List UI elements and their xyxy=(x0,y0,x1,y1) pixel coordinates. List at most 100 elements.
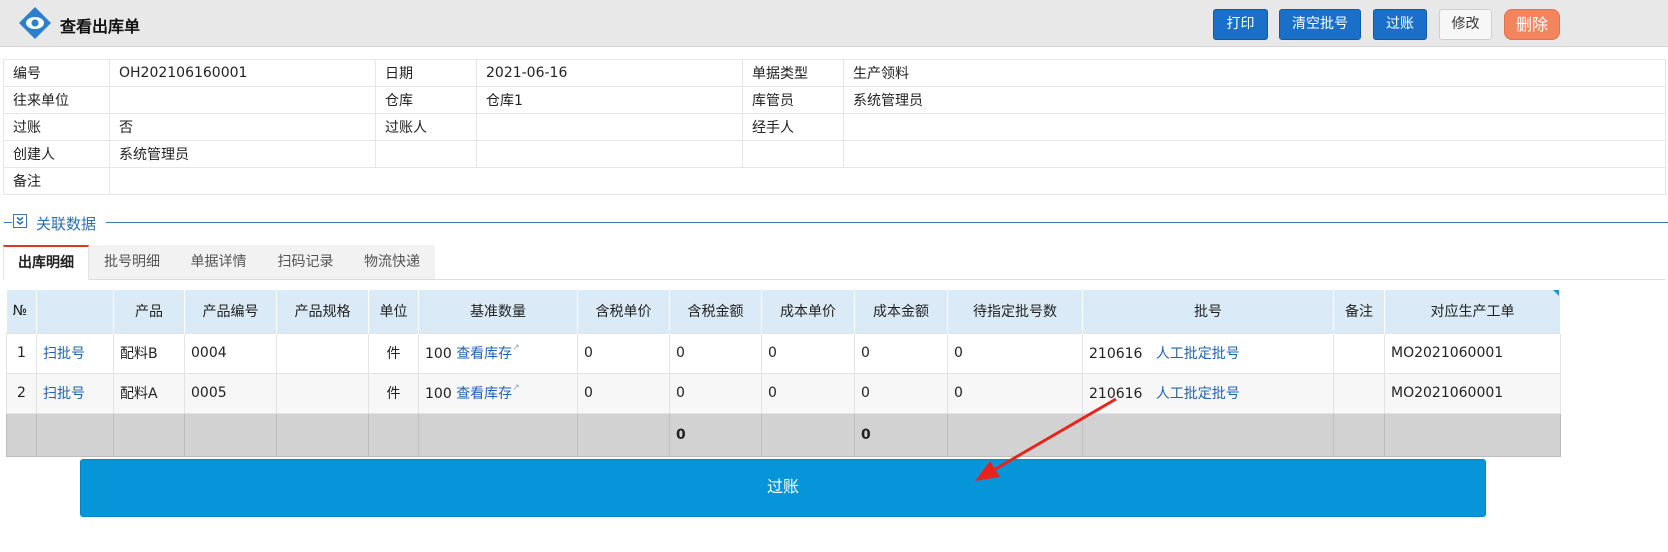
empty-cell xyxy=(1384,412,1561,457)
col-header-qty[interactable]: 基准数量 xyxy=(418,290,578,333)
post-button[interactable]: 过账 xyxy=(80,459,1486,517)
edit-button[interactable]: 修改 xyxy=(1439,9,1492,40)
label-date: 日期 xyxy=(375,59,477,87)
row-no: 2 xyxy=(6,372,37,414)
label-poster: 过账人 xyxy=(375,113,477,141)
col-header-action[interactable] xyxy=(36,290,114,333)
document-info-table: 编号 OH202106160001 日期 2021-06-16 单据类型 生产领… xyxy=(3,59,1666,195)
scan-batch-link[interactable]: 扫批号 xyxy=(43,386,85,402)
label-warehouse: 仓库 xyxy=(375,86,477,114)
cell-product-code: 0005 xyxy=(184,372,277,414)
cell-tax-amount: 0 xyxy=(669,372,762,414)
empty-cell xyxy=(36,412,114,457)
label-handler: 经手人 xyxy=(742,113,844,141)
col-header-pending-batch[interactable]: 待指定批号数 xyxy=(947,290,1083,333)
manual-batch-link[interactable]: 人工批定批号 xyxy=(1156,386,1240,402)
cell-cost-price: 0 xyxy=(761,332,855,374)
view-stock-link[interactable]: 查看库存 xyxy=(456,386,512,402)
cell-pending-batch: 0 xyxy=(947,332,1083,374)
external-link-icon: ↗ xyxy=(512,343,520,353)
grid-corner-marker xyxy=(1553,290,1559,296)
table-row: 2 扫批号 配料A 0005 件 100 查看库存↗ 0 0 0 0 0 210… xyxy=(6,372,1561,414)
cell-work-order: MO2021060001 xyxy=(1384,332,1561,374)
value-remark xyxy=(109,167,1666,195)
empty-cell xyxy=(184,412,277,457)
cell-tax-amount: 0 xyxy=(669,332,762,374)
empty-cell xyxy=(1082,412,1334,457)
col-header-spec[interactable]: 产品规格 xyxy=(276,290,369,333)
batch-value: 210616 xyxy=(1089,346,1143,362)
cell-cost-amount: 0 xyxy=(854,332,948,374)
value-creator: 系统管理员 xyxy=(109,140,376,168)
label-partner: 往来单位 xyxy=(3,86,110,114)
manual-batch-link[interactable]: 人工批定批号 xyxy=(1156,346,1240,362)
double-chevron-down-icon[interactable] xyxy=(13,214,27,228)
col-header-batch[interactable]: 批号 xyxy=(1082,290,1334,333)
tab-logistics[interactable]: 物流快递 xyxy=(349,245,435,280)
cell-unit: 件 xyxy=(368,332,419,374)
cell-batch: 210616 人工批定批号 xyxy=(1082,372,1334,414)
cell-pending-batch: 0 xyxy=(947,372,1083,414)
value-partner xyxy=(109,86,376,114)
col-header-unit[interactable]: 单位 xyxy=(368,290,419,333)
value-posted: 否 xyxy=(109,113,376,141)
empty-cell xyxy=(742,140,844,168)
col-header-cost-amount[interactable]: 成本金额 xyxy=(854,290,948,333)
cell-cost-price: 0 xyxy=(761,372,855,414)
total-tax-amount: 0 xyxy=(669,412,762,457)
value-warehouse: 仓库1 xyxy=(476,86,743,114)
empty-cell xyxy=(947,412,1083,457)
empty-cell xyxy=(843,140,1666,168)
cell-tax-price: 0 xyxy=(577,372,670,414)
row-no: 1 xyxy=(6,332,37,374)
cell-remark xyxy=(1333,332,1385,374)
totals-row: 0 0 xyxy=(6,412,1561,457)
value-doc-type: 生产领料 xyxy=(843,59,1666,87)
tab-outbound-detail[interactable]: 出库明细 xyxy=(3,245,89,280)
scan-batch-link[interactable]: 扫批号 xyxy=(43,346,85,362)
label-posted: 过账 xyxy=(3,113,110,141)
tab-document-detail[interactable]: 单据详情 xyxy=(175,245,262,280)
empty-cell xyxy=(113,412,185,457)
col-header-product-code[interactable]: 产品编号 xyxy=(184,290,277,333)
delete-button[interactable]: 删除 xyxy=(1504,9,1560,40)
value-poster xyxy=(476,113,743,141)
batch-value: 210616 xyxy=(1089,386,1143,402)
tab-scan-records[interactable]: 扫码记录 xyxy=(262,245,349,280)
qty-value: 100 xyxy=(425,346,452,362)
label-remark: 备注 xyxy=(3,167,110,195)
cell-spec xyxy=(276,332,369,374)
outbound-detail-grid: № 产品 产品编号 产品规格 单位 基准数量 含税单价 含税金额 成本单价 成本… xyxy=(6,290,1561,457)
col-header-cost-price[interactable]: 成本单价 xyxy=(761,290,855,333)
table-row: 1 扫批号 配料B 0004 件 100 查看库存↗ 0 0 0 0 0 210… xyxy=(6,332,1561,374)
col-header-work-order[interactable]: 对应生产工单 xyxy=(1384,290,1561,333)
empty-cell xyxy=(476,140,743,168)
empty-cell xyxy=(6,412,37,457)
cell-spec xyxy=(276,372,369,414)
print-button[interactable]: 打印 xyxy=(1213,9,1268,40)
section-divider xyxy=(106,222,1668,223)
eye-icon xyxy=(19,7,51,39)
page-title: 查看出库单 xyxy=(60,17,141,36)
cell-cost-amount: 0 xyxy=(854,372,948,414)
label-keeper: 库管员 xyxy=(742,86,844,114)
post-button-top[interactable]: 过账 xyxy=(1373,9,1427,40)
empty-cell xyxy=(368,412,419,457)
cell-product: 配料A xyxy=(113,372,185,414)
tab-batch-detail[interactable]: 批号明细 xyxy=(89,245,175,280)
col-header-tax-price[interactable]: 含税单价 xyxy=(577,290,670,333)
col-header-product[interactable]: 产品 xyxy=(113,290,185,333)
cell-work-order: MO2021060001 xyxy=(1384,372,1561,414)
view-stock-link[interactable]: 查看库存 xyxy=(456,346,512,362)
value-keeper: 系统管理员 xyxy=(843,86,1666,114)
cell-batch: 210616 人工批定批号 xyxy=(1082,332,1334,374)
empty-cell xyxy=(577,412,670,457)
qty-value: 100 xyxy=(425,386,452,402)
section-divider-left xyxy=(4,222,12,223)
grid-header-row: № 产品 产品编号 产品规格 单位 基准数量 含税单价 含税金额 成本单价 成本… xyxy=(6,290,1561,333)
col-header-no[interactable]: № xyxy=(6,290,37,333)
col-header-tax-amount[interactable]: 含税金额 xyxy=(669,290,762,333)
col-header-remark[interactable]: 备注 xyxy=(1333,290,1385,333)
total-cost-amount: 0 xyxy=(854,412,948,457)
clear-batch-button[interactable]: 清空批号 xyxy=(1279,9,1361,40)
